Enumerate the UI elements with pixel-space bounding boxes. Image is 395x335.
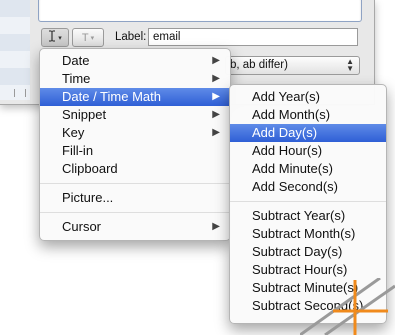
submenu-item-add-months[interactable]: Add Month(s) [230,106,386,124]
submenu-item-add-days[interactable]: Add Day(s) [230,124,386,142]
menu-item-key[interactable]: Key ▶ [40,124,230,142]
chevron-down-icon: ▾ [90,34,95,42]
submenu-item-add-minutes[interactable]: Add Minute(s) [230,160,386,178]
chevron-down-icon: ▾ [58,34,62,42]
menu-item-time[interactable]: Time ▶ [40,70,230,88]
text-cursor-icon [48,30,56,45]
submenu-arrow-icon: ▶ [212,127,220,138]
menu-separator [230,201,386,202]
label-caption: Label: [115,31,147,43]
updown-arrows-icon: ▲ ▼ [346,57,354,73]
insert-menu-button[interactable]: ▾ [41,28,69,47]
menu-item-clipboard[interactable]: Clipboard [40,160,230,178]
menu-separator [40,212,230,213]
label-input[interactable]: email [148,28,358,46]
submenu-item-add-hours[interactable]: Add Hour(s) [230,142,386,160]
crosshair-graphic-icon [300,278,395,335]
snippet-content-field[interactable] [38,0,362,22]
submenu-item-subtract-months[interactable]: Subtract Month(s) [230,225,386,243]
case-popup-select[interactable]: b, ab differ) ▲ ▼ [225,56,360,75]
menu-item-cursor[interactable]: Cursor ▶ [40,218,230,236]
insert-menu: Date ▶ Time ▶ Date / Time Math ▶ Snippet ▶ K… [39,48,231,241]
text-format-button[interactable]: T ▾ [72,28,104,47]
submenu-arrow-icon: ▶ [212,91,220,102]
submenu-item-add-seconds[interactable]: Add Second(s) [230,178,386,196]
submenu-arrow-icon: ▶ [212,73,220,84]
menu-item-fill-in[interactable]: Fill-in [40,142,230,160]
menu-item-date-time-math[interactable]: Date / Time Math ▶ [40,88,230,106]
text-format-icon: T [81,31,89,44]
submenu-item-add-years[interactable]: Add Year(s) [230,88,386,106]
menu-item-picture[interactable]: Picture... [40,189,230,207]
submenu-arrow-icon: ▶ [212,109,220,120]
resize-handle[interactable] [14,89,26,97]
menu-item-snippet[interactable]: Snippet ▶ [40,106,230,124]
menu-item-date[interactable]: Date ▶ [40,52,230,70]
submenu-item-subtract-years[interactable]: Subtract Year(s) [230,207,386,225]
submenu-arrow-icon: ▶ [212,55,220,66]
sidebar-list[interactable] [0,0,30,100]
submenu-item-subtract-hours[interactable]: Subtract Hour(s) [230,261,386,279]
submenu-item-subtract-days[interactable]: Subtract Day(s) [230,243,386,261]
submenu-arrow-icon: ▶ [212,221,220,232]
menu-separator [40,183,230,184]
popup-select-value: b, ab differ) [230,59,288,71]
